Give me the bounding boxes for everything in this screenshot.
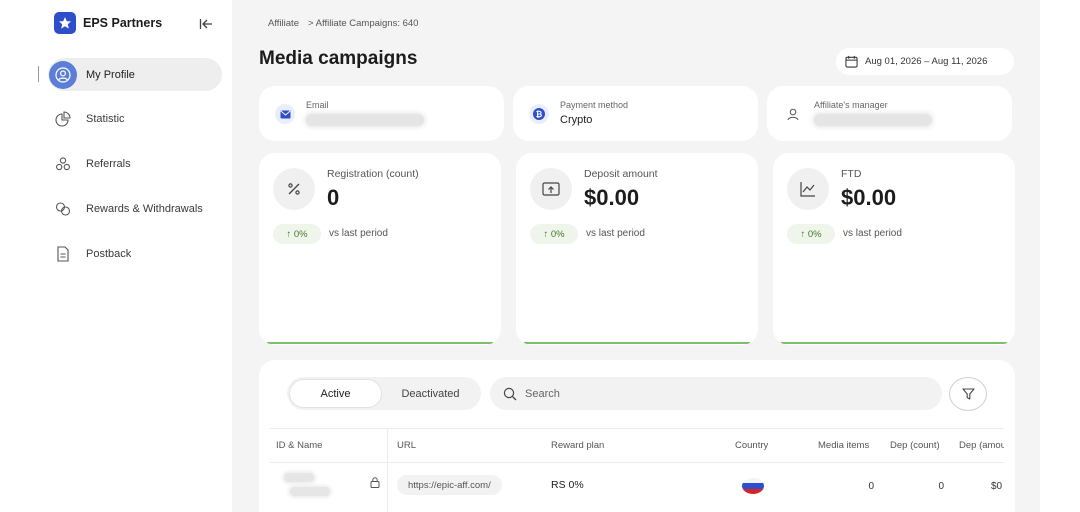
table-row[interactable]: https://epic-aff.com/ RS 0% 0 0 $0 xyxy=(270,463,1004,512)
manager-value-redacted xyxy=(814,114,932,126)
breadcrumb-current: > Affiliate Campaigns: 640 xyxy=(307,18,419,29)
payment-method-value: Crypto xyxy=(560,114,593,126)
stat-baseline xyxy=(524,342,750,344)
campaign-id-redacted xyxy=(284,473,314,482)
tab-active[interactable]: Active xyxy=(289,379,382,408)
star-icon xyxy=(59,17,71,29)
stat-card-ftd: FTD $0.00 ↑ 0% vs last period xyxy=(773,153,1015,345)
stat-card-registration: Registration (count) 0 ↑ 0% vs last peri… xyxy=(259,153,501,345)
main-content: Affiliate > Affiliate Campaigns: 640 Med… xyxy=(232,0,1040,512)
change-compare-text: vs last period xyxy=(586,228,645,239)
brand-logo xyxy=(54,12,76,34)
change-badge: ↑ 0% xyxy=(530,224,578,244)
person-icon xyxy=(783,104,803,124)
russia-flag-icon xyxy=(742,478,764,494)
manager-label: Affiliate's manager xyxy=(814,100,888,110)
email-label: Email xyxy=(306,100,329,110)
stat-value: 0 xyxy=(327,185,340,210)
sidebar-item-label: Statistic xyxy=(86,112,125,125)
deposit-icon xyxy=(530,168,572,210)
table-header: ID & Name URL Reward plan Country Media … xyxy=(270,428,1004,512)
status-tabs: Active Deactivated xyxy=(287,377,481,410)
right-margin xyxy=(1040,0,1080,512)
dep-count-value: 0 xyxy=(938,481,944,492)
payment-method-label: Payment method xyxy=(560,100,629,110)
column-header-reward-plan[interactable]: Reward plan xyxy=(551,440,604,451)
calendar-icon xyxy=(845,55,858,68)
sidebar-item-referrals[interactable]: Referrals xyxy=(48,147,222,180)
line-chart-icon xyxy=(787,168,829,210)
column-header-dep-amount[interactable]: Dep (amou xyxy=(959,440,1004,451)
users-icon xyxy=(49,150,77,178)
svg-text:₿: ₿ xyxy=(536,110,543,119)
collapse-sidebar-button[interactable] xyxy=(198,16,214,32)
stat-baseline xyxy=(781,342,1007,344)
sidebar: EPS Partners My Profile Statistic Referr… xyxy=(0,0,232,512)
breadcrumb: Affiliate > Affiliate Campaigns: 640 xyxy=(268,18,418,29)
document-icon xyxy=(49,240,77,268)
reward-plan-value: RS 0% xyxy=(551,479,584,491)
filter-icon xyxy=(961,388,975,400)
stat-baseline xyxy=(267,342,493,344)
lock-icon[interactable] xyxy=(370,477,380,488)
page-title: Media campaigns xyxy=(259,48,418,69)
sidebar-item-rewards-withdrawals[interactable]: Rewards & Withdrawals xyxy=(48,192,222,225)
column-header-dep-count[interactable]: Dep (count) xyxy=(890,440,940,451)
user-circle-icon xyxy=(49,60,77,89)
collapse-left-icon xyxy=(199,19,212,29)
brand[interactable]: EPS Partners xyxy=(54,12,162,34)
change-badge: ↑ 0% xyxy=(273,224,321,244)
date-range-picker[interactable]: Aug 01, 2026 – Aug 11, 2026 xyxy=(836,48,1014,75)
brand-name: EPS Partners xyxy=(83,16,163,30)
search-icon xyxy=(503,387,517,400)
date-range-text: Aug 01, 2026 – Aug 11, 2026 xyxy=(865,56,988,67)
pie-chart-icon xyxy=(49,105,77,133)
column-header-url[interactable]: URL xyxy=(397,440,416,451)
sidebar-item-label: Postback xyxy=(86,247,132,260)
exchange-icon xyxy=(49,195,77,223)
bitcoin-icon: ₿ xyxy=(529,104,549,124)
column-header-country[interactable]: Country xyxy=(735,440,768,451)
campaign-name-redacted xyxy=(290,487,330,496)
sidebar-item-label: Rewards & Withdrawals xyxy=(86,202,203,215)
dep-amount-value: $0 xyxy=(991,481,1003,492)
breadcrumb-parent[interactable]: Affiliate xyxy=(268,18,299,29)
percent-icon xyxy=(273,168,315,210)
stat-value: $0.00 xyxy=(584,185,640,210)
sidebar-item-my-profile[interactable]: My Profile xyxy=(48,58,222,91)
stat-label: Deposit amount xyxy=(584,168,658,180)
column-header-id-name[interactable]: ID & Name xyxy=(276,440,322,451)
sidebar-item-statistic[interactable]: Statistic xyxy=(48,102,222,135)
stat-label: FTD xyxy=(841,168,862,180)
sidebar-item-label: Referrals xyxy=(86,157,131,170)
sidebar-item-label: My Profile xyxy=(86,68,135,81)
change-compare-text: vs last period xyxy=(843,228,902,239)
stat-label: Registration (count) xyxy=(327,168,419,180)
mail-icon xyxy=(275,104,295,124)
search-box xyxy=(490,377,942,410)
change-compare-text: vs last period xyxy=(329,228,388,239)
column-header-media-items[interactable]: Media items xyxy=(818,440,869,451)
filter-button[interactable] xyxy=(949,377,987,411)
stat-value: $0.00 xyxy=(841,185,897,210)
campaign-url[interactable]: https://epic-aff.com/ xyxy=(397,475,502,495)
email-value-redacted xyxy=(306,114,424,126)
payment-method-card: ₿ Payment method Crypto xyxy=(513,86,758,141)
sidebar-item-postback[interactable]: Postback xyxy=(48,237,222,270)
email-card: Email xyxy=(259,86,504,141)
stat-card-deposit-amount: Deposit amount $0.00 ↑ 0% vs last period xyxy=(516,153,758,345)
change-badge: ↑ 0% xyxy=(787,224,835,244)
media-items-value: 0 xyxy=(868,481,874,492)
tab-deactivated[interactable]: Deactivated xyxy=(382,379,479,408)
active-marker xyxy=(38,66,39,82)
search-input[interactable] xyxy=(525,387,905,400)
manager-card: Affiliate's manager xyxy=(767,86,1012,141)
campaigns-panel: Active Deactivated ID & Name URL Reward … xyxy=(259,360,1015,512)
